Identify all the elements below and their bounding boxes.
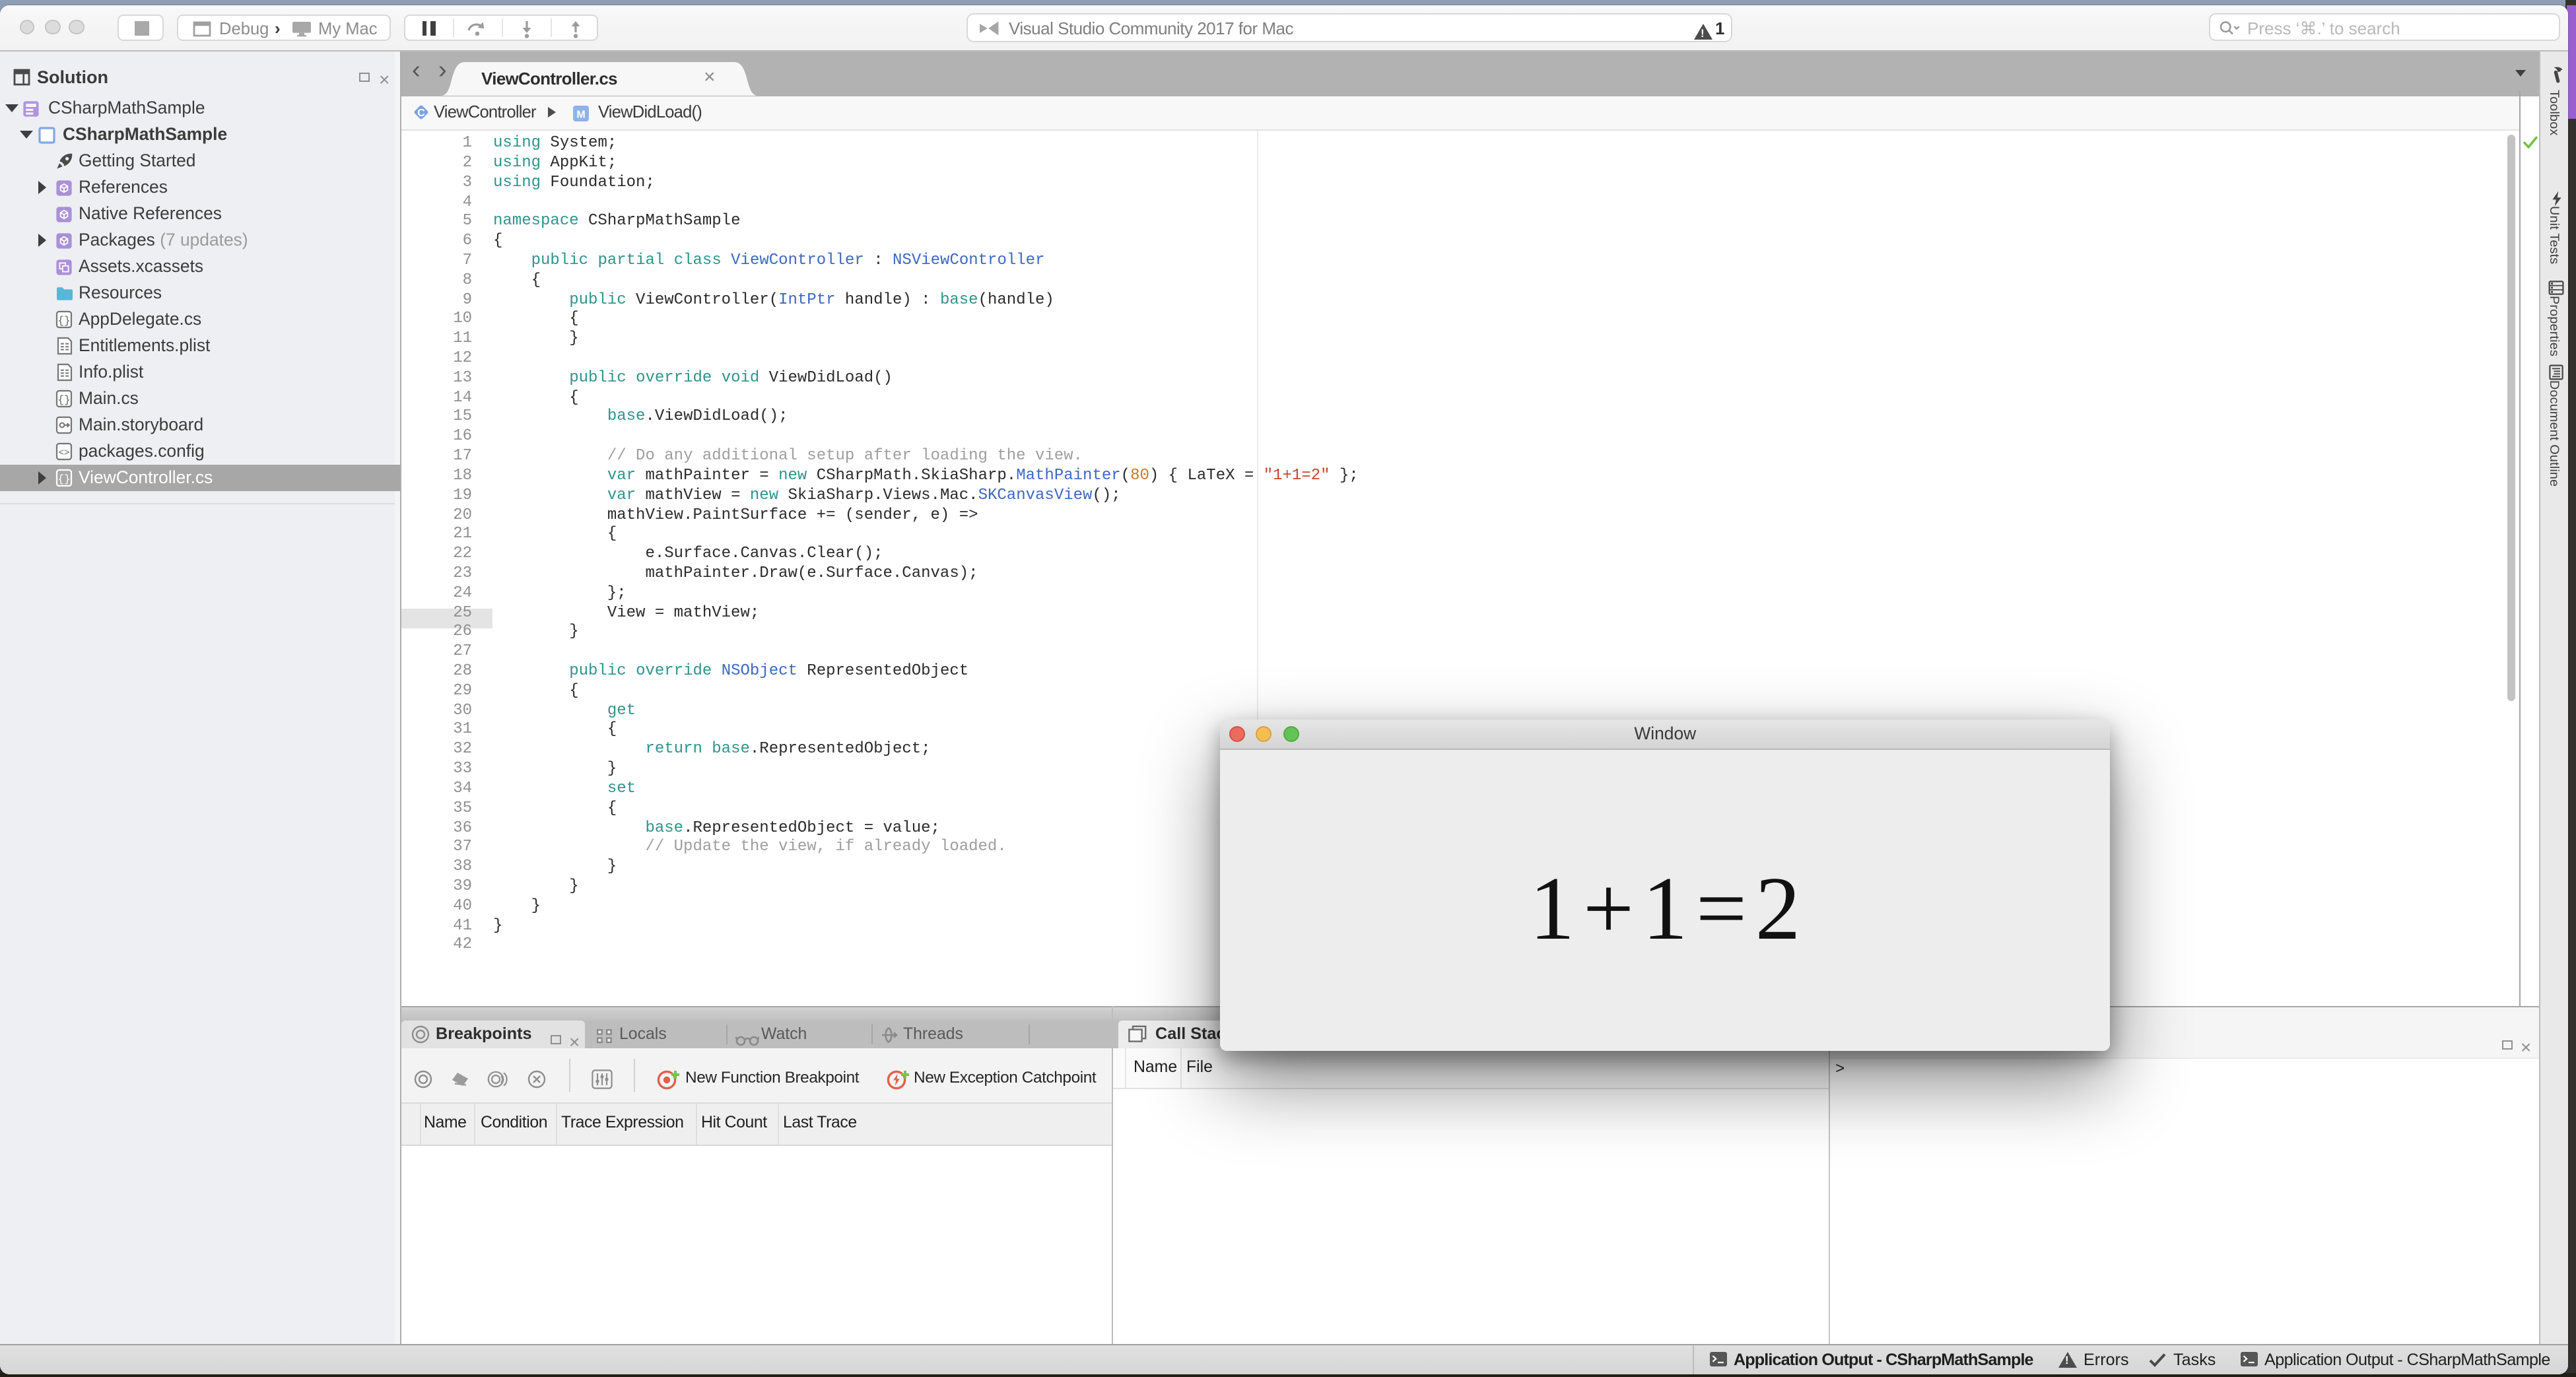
svg-text:{}: {} [57,473,69,485]
svg-text:C: C [417,108,424,119]
svg-text:<>: <> [58,448,69,458]
svg-text:{}: {} [57,393,69,405]
svg-text:M: M [576,110,585,121]
svg-text:{}: {} [57,314,69,326]
